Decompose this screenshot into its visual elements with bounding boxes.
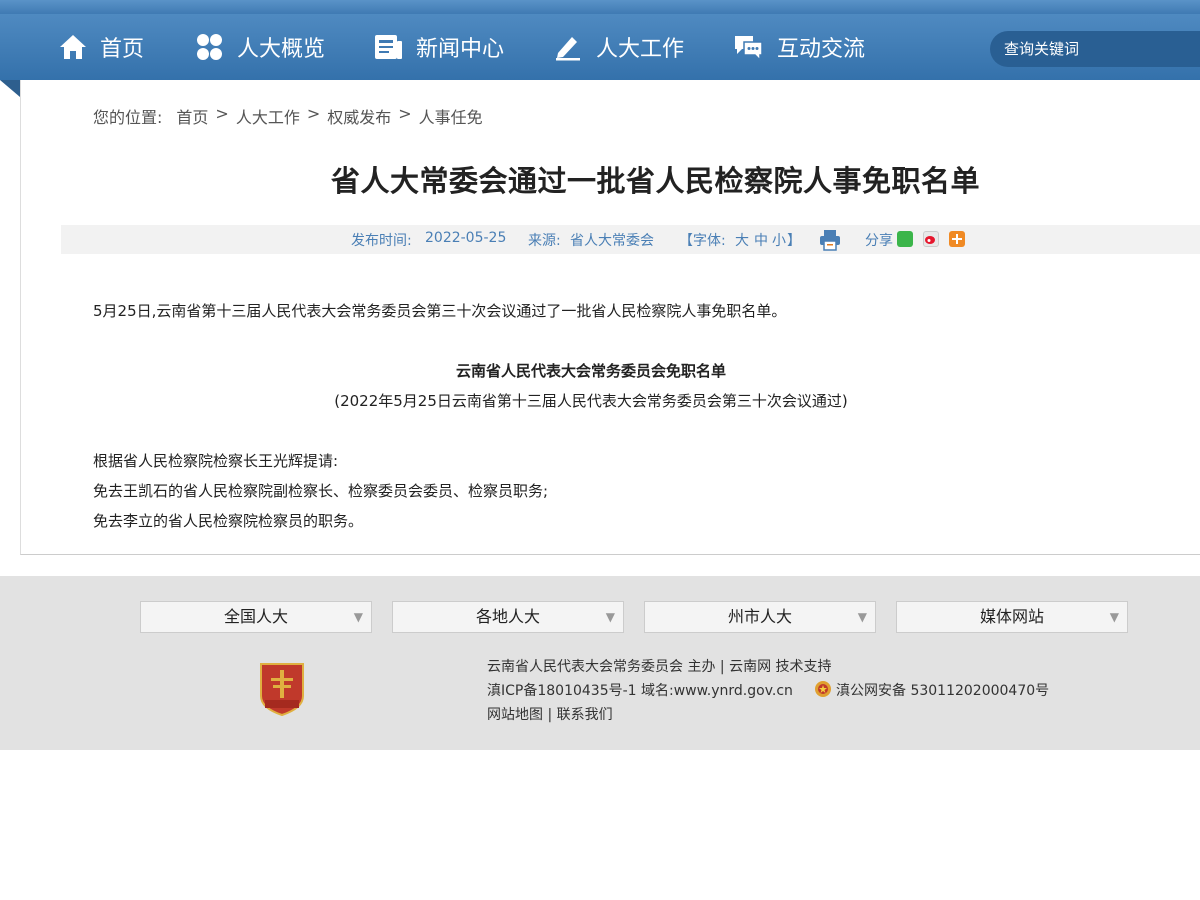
breadcrumb-sep: > (306, 104, 321, 123)
nav-news-label: 新闻中心 (416, 37, 505, 62)
search-box (990, 31, 1200, 67)
police-badge-icon (815, 681, 831, 697)
publish-date-label: 发布时间: (351, 233, 412, 249)
article-line: 根据省人民检察院检察长王光辉提请: (93, 452, 339, 470)
article-meta: 发布时间: 2022-05-25 来源: 省人大常委会 【字体: 大 中 小 】… (61, 225, 1200, 254)
site-footer: 全国人大 ▼ 各地人大 ▼ 州市人大 ▼ 媒体网站 ▼ 云南省人民代表大会常务委员会 主… (0, 576, 1200, 750)
weibo-icon[interactable] (923, 231, 939, 247)
link-select-prefecture[interactable]: 州市人大 ▼ (644, 601, 876, 633)
nav-overview[interactable]: 人大概览 (195, 14, 325, 80)
footer-police-record[interactable]: 滇公网安备 53011202000470号 (836, 680, 1049, 700)
sitemap-link[interactable]: 网站地图 (487, 707, 543, 723)
breadcrumb-appointment[interactable]: 人事任免 (419, 104, 483, 128)
breadcrumb-work[interactable]: 人大工作 (236, 104, 300, 128)
nav-work-label: 人大工作 (596, 37, 685, 62)
contact-link[interactable]: 联系我们 (557, 707, 613, 723)
font-large-button[interactable]: 大 (735, 230, 749, 250)
source-value: 省人大常委会 (570, 233, 654, 249)
news-icon (375, 35, 402, 59)
nav-work[interactable]: 人大工作 (554, 14, 684, 80)
nav-home-label: 首页 (100, 37, 145, 62)
print-icon[interactable] (819, 229, 841, 251)
more-share-icon[interactable] (949, 231, 965, 247)
footer-icp: 滇ICP备18010435号-1 域名:www.ynrd.gov.cn (487, 683, 793, 699)
link-select-regional[interactable]: 各地人大 ▼ (392, 601, 624, 633)
grid-icon (197, 34, 222, 60)
top-strip (0, 0, 1200, 14)
breadcrumb-home[interactable]: 首页 (176, 104, 208, 128)
font-size-close: 】 (787, 233, 801, 249)
select-arrow-icon: ▼ (857, 610, 867, 624)
font-medium-button[interactable]: 中 (754, 230, 768, 250)
party-government-emblem-icon[interactable] (258, 660, 306, 716)
breadcrumb-release[interactable]: 权威发布 (327, 104, 391, 128)
pencil-icon (556, 37, 580, 61)
select-label: 媒体网站 (979, 607, 1044, 626)
list-title: 云南省人民代表大会常务委员会免职名单 (455, 362, 726, 380)
article-line: 免去王凯石的省人民检察院副检察长、检察委员会委员、检察员职务; (93, 482, 549, 500)
footer-divider: | (547, 707, 553, 723)
nav-overview-label: 人大概览 (237, 37, 326, 62)
nav-interact-label: 互动交流 (777, 37, 866, 62)
nav-home[interactable]: 首页 (58, 14, 144, 80)
home-icon (60, 35, 86, 59)
select-arrow-icon: ▼ (1109, 610, 1119, 624)
select-label: 各地人大 (475, 607, 540, 626)
breadcrumb-sep: > (215, 104, 229, 123)
select-arrow-icon: ▼ (605, 610, 615, 624)
breadcrumb: 您的位置: 首页 > 人大工作 > 权威发布 > 人事任免 (93, 104, 483, 128)
article-title: 省人大常委会通过一批省人民检察院人事免职名单 (331, 164, 981, 198)
share-label: 分享 (865, 233, 893, 249)
publish-date: 2022-05-25 (425, 230, 507, 246)
source-label: 来源: (528, 233, 561, 249)
article-line: 免去李立的省人民检察院检察员的职务。 (93, 512, 364, 530)
link-select-national[interactable]: 全国人大 ▼ (140, 601, 372, 633)
wechat-icon[interactable] (897, 231, 913, 247)
select-arrow-icon: ▼ (353, 610, 363, 624)
nav-interact[interactable]: 互动交流 (733, 14, 865, 80)
list-subtitle: (2022年5月25日云南省第十三届人民代表大会常务委员会第三十次会议通过) (334, 392, 848, 410)
main-nav: 首页 人大概览 新闻中心 人大工作 互动交流 (0, 14, 1200, 80)
select-label: 州市人大 (727, 607, 792, 626)
link-select-media[interactable]: 媒体网站 ▼ (896, 601, 1128, 633)
footer-host: 云南省人民代表大会常务委员会 主办 | 云南网 技术支持 (487, 659, 832, 675)
search-input[interactable] (990, 39, 1200, 59)
corner-fold (0, 80, 20, 97)
article-panel: 您的位置: 首页 > 人大工作 > 权威发布 > 人事任免 省人大常委会通过一批… (20, 80, 1200, 555)
footer-links: 网站地图 | 联系我们 (487, 704, 613, 724)
nav-news[interactable]: 新闻中心 (374, 14, 504, 80)
article-intro: 5月25日,云南省第十三届人民代表大会常务委员会第三十次会议通过了一批省人民检察… (93, 302, 787, 320)
select-label: 全国人大 (223, 607, 288, 626)
font-small-button[interactable]: 小 (772, 230, 786, 250)
chat-icon (735, 36, 763, 61)
breadcrumb-prefix: 您的位置: (93, 108, 163, 127)
breadcrumb-sep: > (398, 104, 412, 123)
font-size-open: 【字体: (679, 233, 726, 249)
